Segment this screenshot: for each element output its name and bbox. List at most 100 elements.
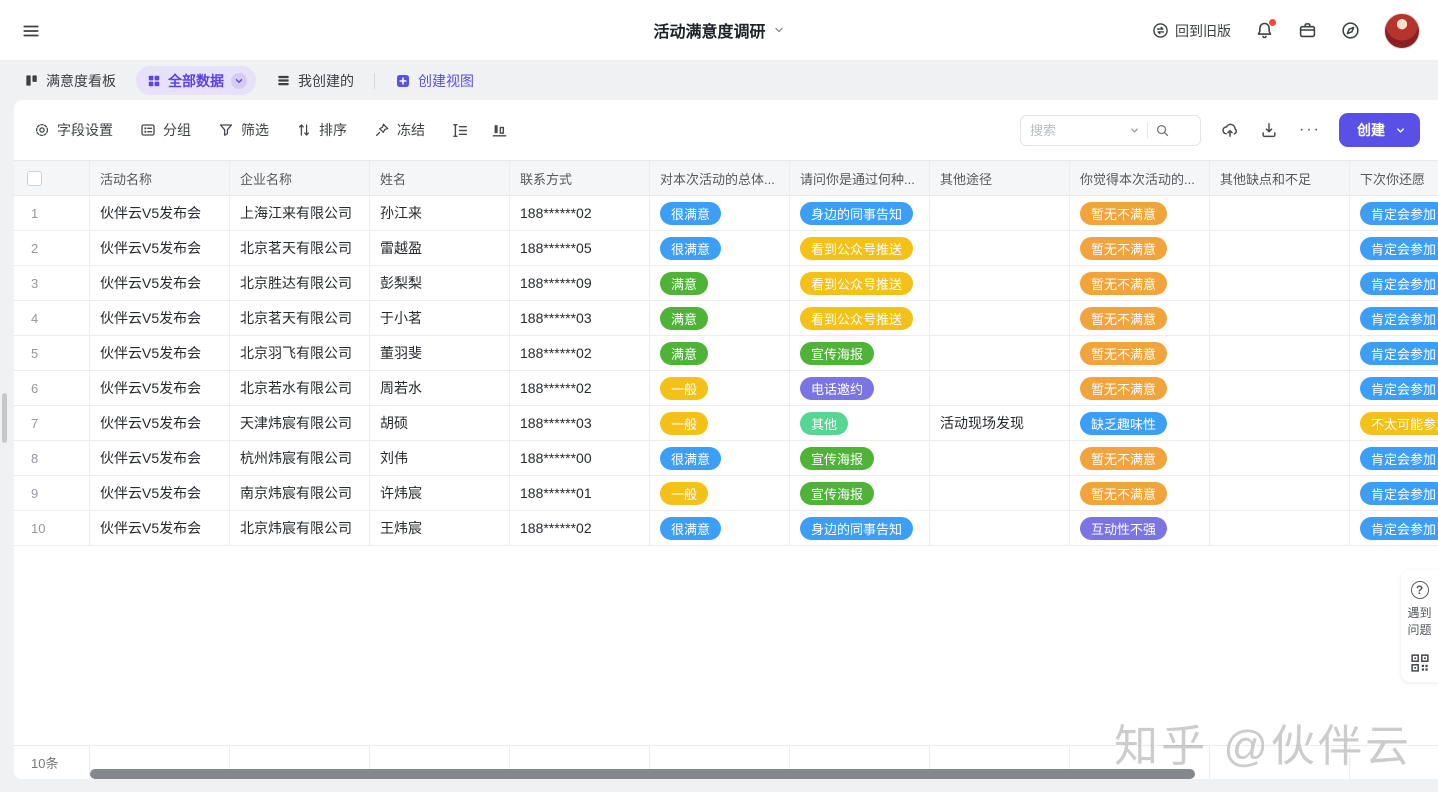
cell-activity[interactable]: 伙伴云V5发布会	[90, 441, 230, 475]
discover-button[interactable]	[1341, 21, 1360, 40]
cell-activity[interactable]: 伙伴云V5发布会	[90, 371, 230, 405]
cell-dislike[interactable]: 暂无不满意	[1070, 196, 1210, 230]
cell-other_dislike[interactable]	[1210, 371, 1350, 405]
cell-phone[interactable]: 188******01	[510, 476, 650, 510]
cell-other_channel[interactable]	[930, 266, 1070, 300]
cell-next_join[interactable]: 肯定会参加	[1350, 476, 1438, 510]
cell-next_join[interactable]: 肯定会参加	[1350, 511, 1438, 545]
cell-next_join[interactable]: 肯定会参加	[1350, 371, 1438, 405]
cell-phone[interactable]: 188******00	[510, 441, 650, 475]
cell-channel[interactable]: 看到公众号推送	[790, 301, 930, 335]
download-button[interactable]	[1260, 121, 1278, 139]
table-row[interactable]: 6 伙伴云V5发布会 北京若水有限公司 周若水 188******02 一般 电话邀约 暂无不…	[14, 371, 1438, 406]
cell-other_dislike[interactable]	[1210, 441, 1350, 475]
table-row[interactable]: 8 伙伴云V5发布会 杭州炜宸有限公司 刘伟 188******00 很满意 宣传海报 暂无不…	[14, 441, 1438, 476]
notifications-button[interactable]	[1255, 19, 1276, 40]
cell-person[interactable]: 胡硕	[370, 406, 510, 440]
cell-overall[interactable]: 很满意	[650, 196, 790, 230]
app-title-dropdown[interactable]: 活动满意度调研	[653, 18, 784, 42]
qr-code-icon[interactable]	[1410, 653, 1429, 672]
cell-next_join[interactable]: 肯定会参加	[1350, 266, 1438, 300]
cell-phone[interactable]: 188******03	[510, 406, 650, 440]
row-number[interactable]: 9	[14, 476, 90, 510]
cell-person[interactable]: 董羽斐	[370, 336, 510, 370]
cell-channel[interactable]: 看到公众号推送	[790, 231, 930, 265]
cell-next_join[interactable]: 肯定会参加	[1350, 441, 1438, 475]
cell-activity[interactable]: 伙伴云V5发布会	[90, 196, 230, 230]
cell-company[interactable]: 南京炜宸有限公司	[230, 476, 370, 510]
cell-overall[interactable]: 满意	[650, 336, 790, 370]
cell-other_channel[interactable]: 活动现场发现	[930, 406, 1070, 440]
create-button[interactable]: 创建	[1339, 113, 1420, 147]
cell-other_channel[interactable]	[930, 196, 1070, 230]
horizontal-scrollbar-thumb[interactable]	[90, 769, 1195, 779]
cell-overall[interactable]: 一般	[650, 476, 790, 510]
cell-company[interactable]: 杭州炜宸有限公司	[230, 441, 370, 475]
table-row[interactable]: 3 伙伴云V5发布会 北京胜达有限公司 彭梨梨 188******09 满意 看到公众号推送…	[14, 266, 1438, 301]
cell-channel[interactable]: 身边的同事告知	[790, 511, 930, 545]
help-widget[interactable]: ? 遇到 问题	[1401, 570, 1438, 682]
workspace-button[interactable]	[1298, 21, 1317, 40]
column-header-next_join[interactable]: 下次你还愿	[1350, 161, 1438, 195]
cell-phone[interactable]: 188******09	[510, 266, 650, 300]
search-scope-chevron-icon[interactable]	[1129, 125, 1140, 136]
cell-other_dislike[interactable]	[1210, 266, 1350, 300]
cell-activity[interactable]: 伙伴云V5发布会	[90, 336, 230, 370]
cell-next_join[interactable]: 肯定会参加	[1350, 231, 1438, 265]
cell-company[interactable]: 北京茗天有限公司	[230, 231, 370, 265]
cell-overall[interactable]: 一般	[650, 371, 790, 405]
cell-company[interactable]: 上海江来有限公司	[230, 196, 370, 230]
cell-other_dislike[interactable]	[1210, 511, 1350, 545]
table-row[interactable]: 5 伙伴云V5发布会 北京羽飞有限公司 董羽斐 188******02 满意 宣传海报 暂无不…	[14, 336, 1438, 371]
cell-next_join[interactable]: 肯定会参加	[1350, 336, 1438, 370]
cell-channel[interactable]: 宣传海报	[790, 441, 930, 475]
cell-activity[interactable]: 伙伴云V5发布会	[90, 476, 230, 510]
cell-other_channel[interactable]	[930, 511, 1070, 545]
column-header-company[interactable]: 企业名称	[230, 161, 370, 195]
cell-dislike[interactable]: 缺乏趣味性	[1070, 406, 1210, 440]
cell-next_join[interactable]: 肯定会参加	[1350, 196, 1438, 230]
row-number[interactable]: 1	[14, 196, 90, 230]
tab-all-data-view[interactable]: 全部数据	[136, 66, 256, 95]
row-number[interactable]: 2	[14, 231, 90, 265]
cell-person[interactable]: 于小茗	[370, 301, 510, 335]
cell-next_join[interactable]: 肯定会参加	[1350, 301, 1438, 335]
table-row[interactable]: 1 伙伴云V5发布会 上海江来有限公司 孙江来 188******02 很满意 身边的同事告…	[14, 196, 1438, 231]
cell-phone[interactable]: 188******03	[510, 301, 650, 335]
search-icon[interactable]	[1155, 123, 1170, 138]
cell-other_dislike[interactable]	[1210, 476, 1350, 510]
row-height-button[interactable]	[452, 122, 469, 139]
row-number[interactable]: 6	[14, 371, 90, 405]
cell-other_dislike[interactable]	[1210, 196, 1350, 230]
row-number[interactable]: 10	[14, 511, 90, 545]
cell-person[interactable]: 许炜宸	[370, 476, 510, 510]
cell-phone[interactable]: 188******02	[510, 196, 650, 230]
cell-person[interactable]: 周若水	[370, 371, 510, 405]
create-view-button[interactable]: 创建视图	[395, 71, 474, 91]
cell-overall[interactable]: 很满意	[650, 441, 790, 475]
cell-channel[interactable]: 看到公众号推送	[790, 266, 930, 300]
row-number[interactable]: 7	[14, 406, 90, 440]
create-chevron-icon[interactable]	[1395, 125, 1406, 136]
column-header-other_channel[interactable]: 其他途径	[930, 161, 1070, 195]
cell-person[interactable]: 刘伟	[370, 441, 510, 475]
cell-dislike[interactable]: 互动性不强	[1070, 511, 1210, 545]
cell-other_channel[interactable]	[930, 441, 1070, 475]
cell-activity[interactable]: 伙伴云V5发布会	[90, 301, 230, 335]
cell-company[interactable]: 北京羽飞有限公司	[230, 336, 370, 370]
column-header-person[interactable]: 姓名	[370, 161, 510, 195]
cell-activity[interactable]: 伙伴云V5发布会	[90, 231, 230, 265]
sort-button[interactable]: 排序	[296, 120, 347, 140]
back-to-old-version-button[interactable]: 回到旧版	[1152, 21, 1231, 41]
cell-overall[interactable]: 满意	[650, 266, 790, 300]
upload-button[interactable]	[1221, 121, 1239, 139]
cell-person[interactable]: 彭梨梨	[370, 266, 510, 300]
cell-company[interactable]: 北京茗天有限公司	[230, 301, 370, 335]
cell-company[interactable]: 北京若水有限公司	[230, 371, 370, 405]
table-row[interactable]: 4 伙伴云V5发布会 北京茗天有限公司 于小茗 188******03 满意 看到公众号推送…	[14, 301, 1438, 336]
row-number[interactable]: 4	[14, 301, 90, 335]
cell-channel[interactable]: 身边的同事告知	[790, 196, 930, 230]
column-header-activity[interactable]: 活动名称	[90, 161, 230, 195]
cell-other_dislike[interactable]	[1210, 301, 1350, 335]
cell-dislike[interactable]: 暂无不满意	[1070, 336, 1210, 370]
